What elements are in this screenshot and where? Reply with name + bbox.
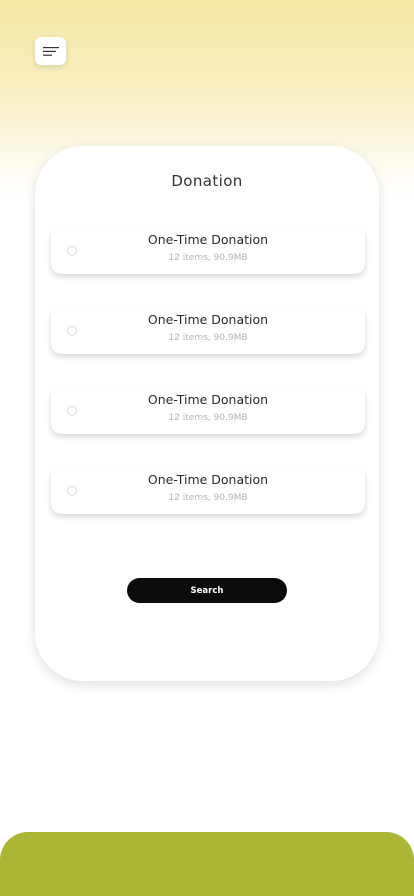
- option-title: One-Time Donation: [147, 472, 269, 487]
- bottom-bar: [0, 832, 414, 896]
- donation-option[interactable]: One-Time Donation 12 items, 90.9MB: [51, 466, 365, 514]
- option-title: One-Time Donation: [147, 312, 269, 327]
- donation-option[interactable]: One-Time Donation 12 items, 90.9MB: [51, 226, 365, 274]
- option-title: One-Time Donation: [147, 232, 269, 247]
- search-button[interactable]: Search: [127, 578, 287, 603]
- donation-option[interactable]: One-Time Donation 12 items, 90.9MB: [51, 306, 365, 354]
- option-subtitle: 12 items, 90.9MB: [168, 493, 248, 503]
- option-subtitle: 12 items, 90.9MB: [168, 413, 248, 423]
- option-title: One-Time Donation: [147, 392, 269, 407]
- menu-button[interactable]: [35, 37, 66, 65]
- donation-option[interactable]: One-Time Donation 12 items, 90.9MB: [51, 386, 365, 434]
- option-subtitle: 12 items, 90.9MB: [168, 253, 248, 263]
- card-title: Donation: [171, 172, 243, 190]
- option-subtitle: 12 items, 90.9MB: [168, 333, 248, 343]
- menu-lines-icon: [42, 46, 59, 56]
- donation-card: Donation One-Time Donation 12 items, 90.…: [35, 146, 379, 681]
